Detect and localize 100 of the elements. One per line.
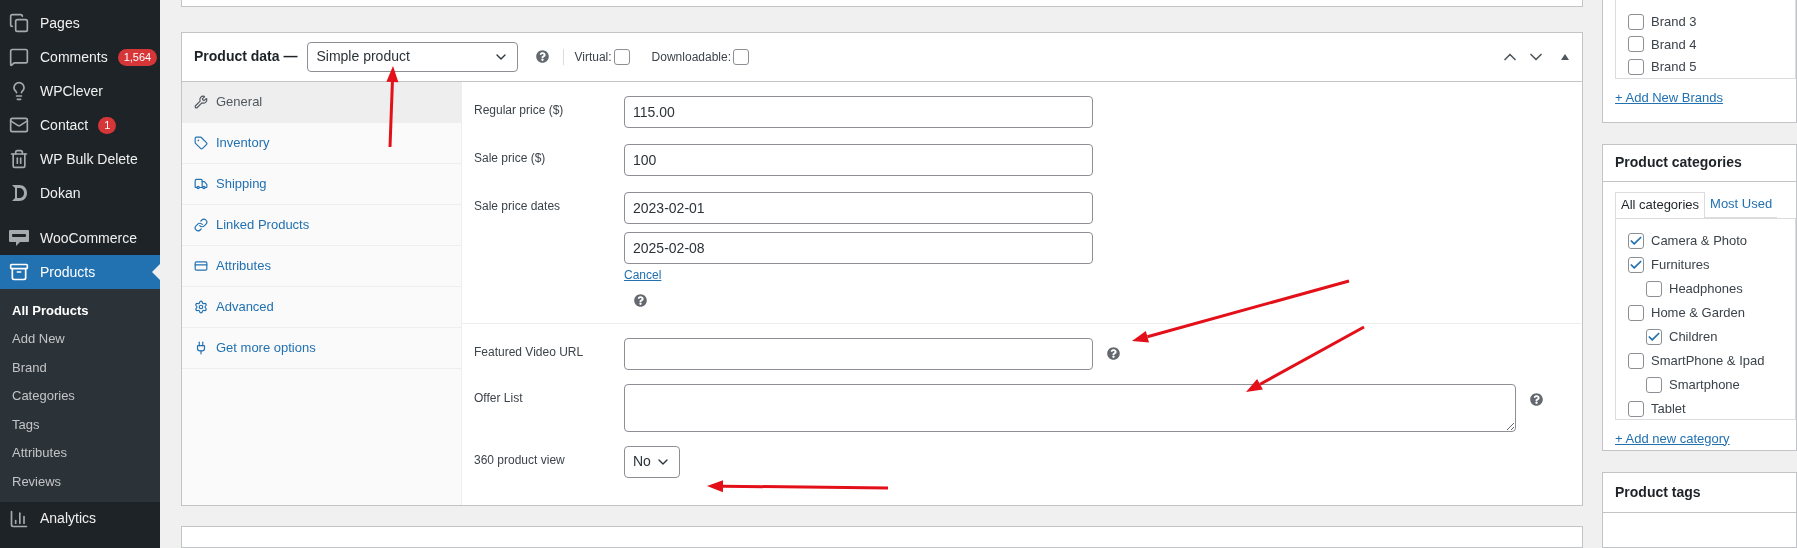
product-data-tab[interactable]: Shipping: [182, 163, 461, 205]
tab-label: Shipping: [216, 175, 267, 194]
category-tab[interactable]: All categories: [1615, 191, 1706, 218]
tag-icon: [194, 135, 208, 150]
category-label: Smartphone: [1669, 375, 1740, 394]
product-data-tab[interactable]: Attributes: [182, 245, 461, 287]
menu-label: Dokan: [40, 183, 81, 203]
link-icon: [194, 217, 208, 232]
count-badge: 1: [98, 116, 117, 134]
menu-label: Contact: [40, 115, 89, 135]
submenu-item[interactable]: Categories: [0, 381, 160, 410]
tab-label: Inventory: [216, 134, 270, 153]
checkbox[interactable]: [1628, 400, 1644, 417]
sidebar-item[interactable]: Products: [0, 255, 160, 289]
field-label: Sale price ($): [474, 149, 547, 167]
text-area[interactable]: [624, 383, 1516, 432]
product-data-tab[interactable]: Inventory: [182, 122, 461, 164]
product-data-tab[interactable]: General: [182, 81, 461, 123]
checkbox[interactable]: [1628, 14, 1644, 31]
product-data-tab[interactable]: Get more options: [182, 327, 461, 369]
help-icon[interactable]: [536, 50, 550, 64]
checkbox[interactable]: [1628, 36, 1644, 53]
menu-label: Comments: [40, 47, 108, 67]
option-label: Virtual:: [574, 48, 612, 66]
woo-bubble-icon: [8, 229, 30, 247]
panel-title: Product data —: [194, 47, 298, 67]
envelope-icon: [9, 115, 29, 135]
checkbox[interactable]: [1646, 328, 1662, 345]
submenu-item[interactable]: Brand: [0, 353, 160, 382]
field-label: Sale price dates: [474, 197, 562, 215]
brand-label: Brand 3: [1651, 13, 1697, 32]
category-label: Tablet: [1651, 399, 1686, 418]
submenu-item[interactable]: Attributes: [0, 438, 160, 467]
submenu-item[interactable]: Add New: [0, 324, 160, 353]
menu-label: Analytics: [40, 509, 97, 528]
checkbox[interactable]: [1646, 280, 1662, 297]
category-tab[interactable]: Most Used: [1705, 191, 1778, 218]
tab-label: Get more options: [216, 339, 316, 358]
help-icon[interactable]: [1107, 346, 1120, 360]
menu-label: WPClever: [40, 81, 103, 101]
trash-icon: [9, 149, 29, 169]
tab-label: Attributes: [216, 257, 271, 276]
submenu-item[interactable]: Tags: [0, 410, 160, 439]
checkbox[interactable]: [1628, 352, 1644, 369]
brand-label: Brand 5: [1651, 58, 1697, 77]
checkbox[interactable]: [1628, 232, 1644, 249]
current-pointer-icon: [152, 264, 160, 280]
wrench-icon: [194, 94, 208, 109]
help-icon[interactable]: [1530, 392, 1543, 406]
sidebar-item[interactable]: Dokan: [0, 176, 160, 210]
menu-label: Pages: [40, 13, 80, 33]
field-label: Featured Video URL: [474, 343, 585, 361]
category-label: Headphones: [1669, 279, 1743, 298]
text-field[interactable]: 100: [624, 143, 1093, 176]
sidebar-item[interactable]: WooCommerce: [0, 221, 160, 255]
add-brand-link[interactable]: + Add New Brands: [1615, 88, 1724, 108]
tab-label: Advanced: [216, 298, 274, 317]
count-badge: 1,564: [117, 48, 158, 66]
help-icon[interactable]: [634, 293, 647, 307]
bar-chart-icon: [9, 508, 29, 529]
product-data-tab[interactable]: Linked Products: [182, 204, 461, 246]
menu-label: Products: [40, 262, 96, 282]
sidebar-item[interactable]: Pages: [0, 6, 160, 40]
field-label: 360 product view: [474, 451, 566, 469]
checkbox[interactable]: [1628, 304, 1644, 321]
checkbox[interactable]: [1628, 256, 1644, 273]
brand-label: Brand 4: [1651, 35, 1697, 54]
archive-icon: [9, 262, 29, 282]
sidebar-item[interactable]: Analytics: [0, 501, 160, 536]
select-dropdown[interactable]: No: [624, 445, 680, 478]
checkbox[interactable]: [1628, 58, 1644, 75]
option-label: Downloadable:: [651, 48, 731, 66]
tab-label: General: [216, 93, 263, 112]
card-icon: [194, 258, 208, 273]
checkbox[interactable]: [733, 48, 749, 65]
sidebar-item[interactable]: WP Bulk Delete: [0, 142, 160, 176]
collapse-toggle-icon[interactable]: [1560, 52, 1570, 61]
comment-icon: [9, 47, 29, 67]
text-field[interactable]: 115.00: [624, 95, 1093, 128]
product-data-tab[interactable]: Advanced: [182, 286, 461, 328]
submenu-item[interactable]: Reviews: [0, 467, 160, 496]
sidebar-item[interactable]: Contact 1: [0, 108, 160, 142]
add-category-link[interactable]: + Add new category: [1615, 428, 1730, 449]
checkbox[interactable]: [1646, 376, 1662, 393]
text-field[interactable]: [624, 337, 1093, 370]
date-field[interactable]: 2023-02-01: [624, 191, 1093, 224]
sidebar-item[interactable]: WPClever: [0, 74, 160, 108]
gear-icon: [194, 299, 208, 314]
plug-icon: [194, 340, 208, 355]
checkbox[interactable]: [613, 48, 630, 65]
category-label: SmartPhone & Ipad: [1651, 351, 1765, 370]
tab-label: Linked Products: [216, 216, 310, 235]
category-label: Camera & Photo: [1651, 231, 1748, 250]
category-label: Home & Garden: [1651, 303, 1745, 322]
cancel-link[interactable]: Cancel: [624, 265, 662, 284]
pages-icon: [9, 13, 29, 33]
sidebar-item[interactable]: Comments 1,564: [0, 40, 160, 74]
submenu-item[interactable]: All Products: [0, 296, 160, 325]
product-type-select[interactable]: Simple product: [307, 41, 519, 72]
date-field[interactable]: 2025-02-08: [624, 231, 1093, 264]
